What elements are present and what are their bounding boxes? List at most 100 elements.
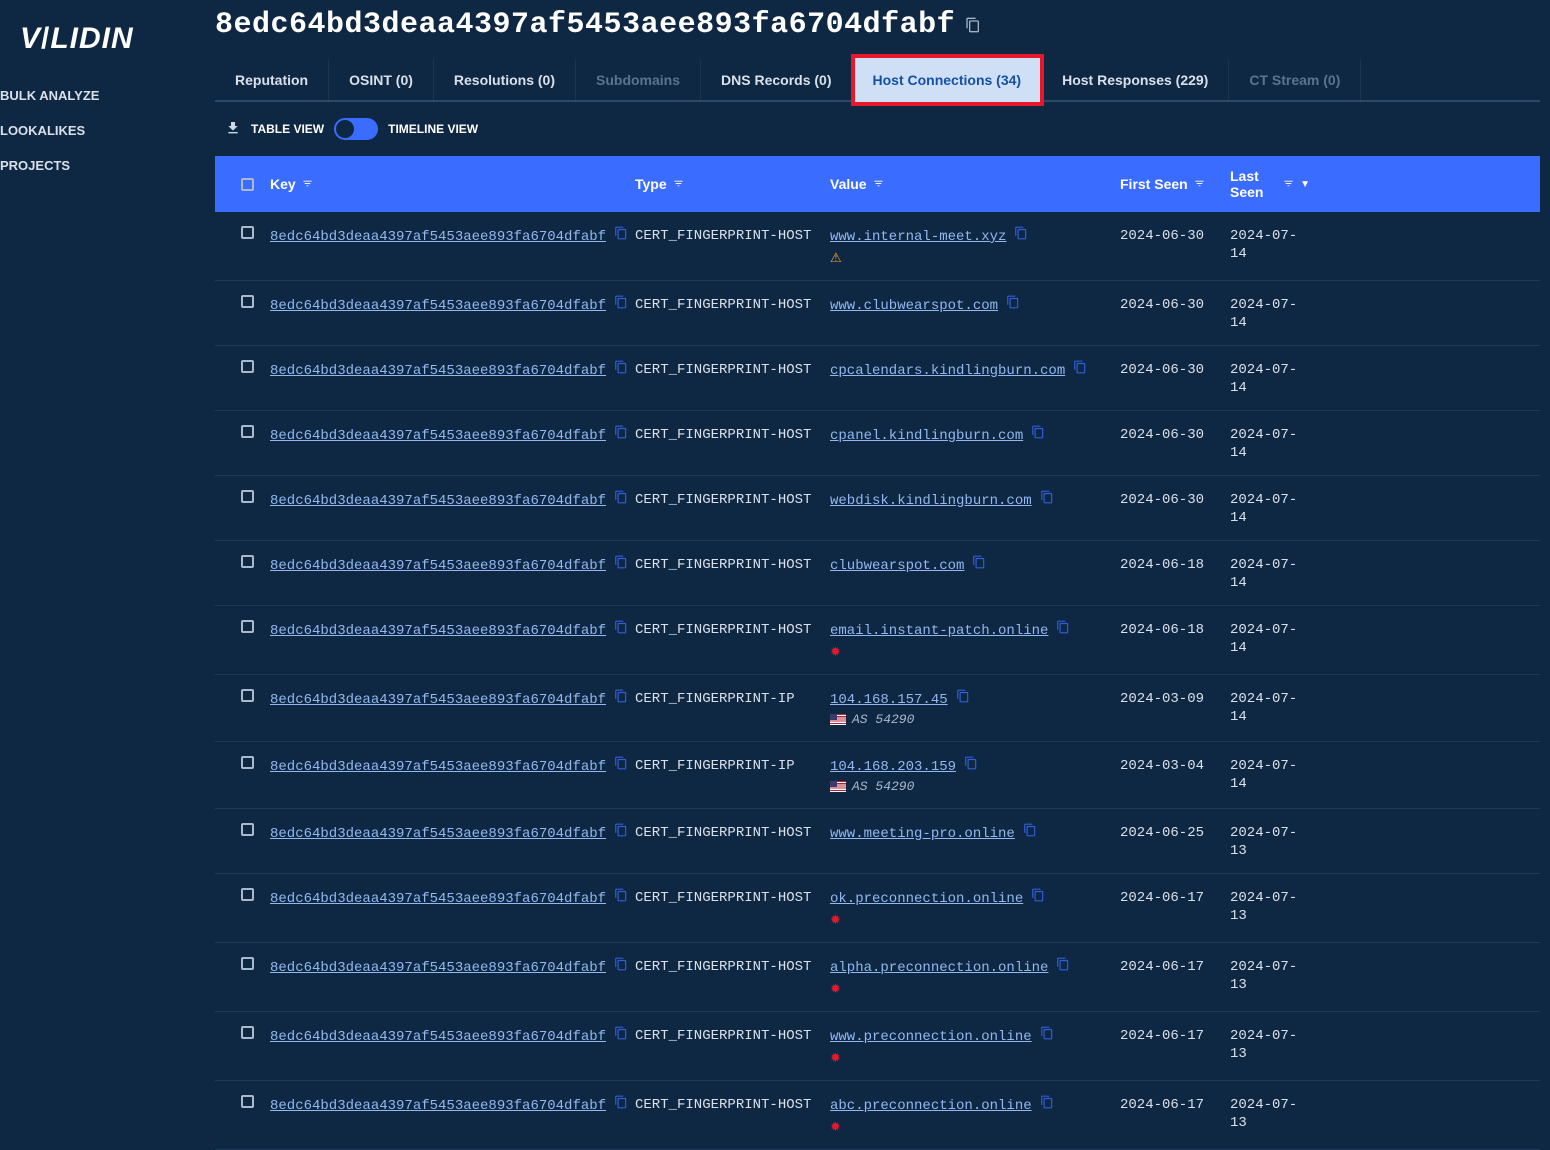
row-checkbox[interactable] <box>241 1095 254 1108</box>
tab[interactable]: DNS Records (0) <box>701 60 852 100</box>
row-checkbox[interactable] <box>241 425 254 438</box>
tab[interactable]: Reputation <box>215 60 329 100</box>
row-checkbox[interactable] <box>241 957 254 970</box>
key-link[interactable]: 8edc64bd3deaa4397af5453aee893fa6704dfabf <box>270 960 606 976</box>
sidebar-item[interactable]: LOOKALIKES <box>0 113 215 148</box>
key-link[interactable]: 8edc64bd3deaa4397af5453aee893fa6704dfabf <box>270 229 606 245</box>
table-row: 8edc64bd3deaa4397af5453aee893fa6704dfabf… <box>215 541 1540 606</box>
flag-icon <box>830 714 846 725</box>
copy-icon[interactable] <box>614 957 628 971</box>
copy-icon[interactable] <box>964 756 978 770</box>
value-link[interactable]: webdisk.kindlingburn.com <box>830 493 1032 509</box>
column-type[interactable]: Type <box>635 176 830 192</box>
row-checkbox[interactable] <box>241 226 254 239</box>
copy-icon[interactable] <box>614 888 628 902</box>
tab[interactable]: Host Connections (34) <box>853 56 1043 104</box>
copy-icon[interactable] <box>1014 226 1028 240</box>
row-checkbox[interactable] <box>241 823 254 836</box>
value-link[interactable]: clubwearspot.com <box>830 558 964 574</box>
copy-icon[interactable] <box>1040 1095 1054 1109</box>
copy-icon[interactable] <box>965 17 981 33</box>
key-link[interactable]: 8edc64bd3deaa4397af5453aee893fa6704dfabf <box>270 759 606 775</box>
tab[interactable]: Host Responses (229) <box>1042 60 1229 100</box>
copy-icon[interactable] <box>1031 425 1045 439</box>
row-checkbox[interactable] <box>241 689 254 702</box>
row-checkbox[interactable] <box>241 555 254 568</box>
value-link[interactable]: www.meeting-pro.online <box>830 826 1015 842</box>
column-key[interactable]: Key <box>270 176 635 192</box>
copy-icon[interactable] <box>1023 823 1037 837</box>
value-link[interactable]: www.clubwearspot.com <box>830 298 998 314</box>
value-link[interactable]: email.instant-patch.online <box>830 623 1048 639</box>
row-checkbox[interactable] <box>241 295 254 308</box>
copy-icon[interactable] <box>614 360 628 374</box>
copy-icon[interactable] <box>1006 295 1020 309</box>
copy-icon[interactable] <box>1040 490 1054 504</box>
key-link[interactable]: 8edc64bd3deaa4397af5453aee893fa6704dfabf <box>270 826 606 842</box>
tab[interactable]: Subdomains <box>576 60 701 100</box>
row-checkbox[interactable] <box>241 1026 254 1039</box>
copy-icon[interactable] <box>614 1026 628 1040</box>
column-value[interactable]: Value <box>830 176 1120 192</box>
tab[interactable]: Resolutions (0) <box>434 60 576 100</box>
download-icon[interactable] <box>225 120 241 139</box>
value-link[interactable]: cpcalendars.kindlingburn.com <box>830 363 1065 379</box>
copy-icon[interactable] <box>1040 1026 1054 1040</box>
copy-icon[interactable] <box>614 1095 628 1109</box>
sort-desc-icon[interactable]: ▼ <box>1300 179 1310 190</box>
row-checkbox[interactable] <box>241 620 254 633</box>
tab[interactable]: CT Stream (0) <box>1229 60 1361 100</box>
key-link[interactable]: 8edc64bd3deaa4397af5453aee893fa6704dfabf <box>270 891 606 907</box>
copy-icon[interactable] <box>956 689 970 703</box>
copy-icon[interactable] <box>614 689 628 703</box>
copy-icon[interactable] <box>614 295 628 309</box>
copy-icon[interactable] <box>614 756 628 770</box>
view-toggle-switch[interactable] <box>334 118 378 140</box>
filter-icon[interactable] <box>1283 176 1294 192</box>
column-last-seen[interactable]: Last Seen ▼ <box>1230 168 1310 200</box>
last-seen: 2024-07-14 <box>1230 297 1297 331</box>
row-checkbox[interactable] <box>241 360 254 373</box>
copy-icon[interactable] <box>614 490 628 504</box>
filter-icon[interactable] <box>1194 176 1205 192</box>
filter-icon[interactable] <box>673 176 684 192</box>
copy-icon[interactable] <box>614 555 628 569</box>
copy-icon[interactable] <box>972 555 986 569</box>
sidebar-item[interactable]: PROJECTS <box>0 148 215 183</box>
copy-icon[interactable] <box>614 823 628 837</box>
select-all-checkbox[interactable] <box>241 178 254 191</box>
row-checkbox[interactable] <box>241 490 254 503</box>
value-link[interactable]: www.preconnection.online <box>830 1029 1032 1045</box>
value-link[interactable]: cpanel.kindlingburn.com <box>830 428 1023 444</box>
copy-icon[interactable] <box>614 425 628 439</box>
copy-icon[interactable] <box>614 226 628 240</box>
key-link[interactable]: 8edc64bd3deaa4397af5453aee893fa6704dfabf <box>270 692 606 708</box>
key-link[interactable]: 8edc64bd3deaa4397af5453aee893fa6704dfabf <box>270 623 606 639</box>
copy-icon[interactable] <box>1031 888 1045 902</box>
sidebar-item[interactable]: BULK ANALYZE <box>0 78 215 113</box>
tab[interactable]: OSINT (0) <box>329 60 434 100</box>
copy-icon[interactable] <box>1056 957 1070 971</box>
filter-icon[interactable] <box>873 176 884 192</box>
key-link[interactable]: 8edc64bd3deaa4397af5453aee893fa6704dfabf <box>270 298 606 314</box>
flag-icon <box>830 781 846 792</box>
row-checkbox[interactable] <box>241 756 254 769</box>
value-link[interactable]: abc.preconnection.online <box>830 1098 1032 1114</box>
copy-icon[interactable] <box>614 620 628 634</box>
row-checkbox[interactable] <box>241 888 254 901</box>
copy-icon[interactable] <box>1056 620 1070 634</box>
key-link[interactable]: 8edc64bd3deaa4397af5453aee893fa6704dfabf <box>270 558 606 574</box>
filter-icon[interactable] <box>302 176 313 192</box>
value-link[interactable]: 104.168.157.45 <box>830 692 948 708</box>
key-link[interactable]: 8edc64bd3deaa4397af5453aee893fa6704dfabf <box>270 363 606 379</box>
value-link[interactable]: ok.preconnection.online <box>830 891 1023 907</box>
value-link[interactable]: 104.168.203.159 <box>830 759 956 775</box>
column-first-seen[interactable]: First Seen <box>1120 176 1230 192</box>
key-link[interactable]: 8edc64bd3deaa4397af5453aee893fa6704dfabf <box>270 1029 606 1045</box>
key-link[interactable]: 8edc64bd3deaa4397af5453aee893fa6704dfabf <box>270 1098 606 1114</box>
copy-icon[interactable] <box>1073 360 1087 374</box>
key-link[interactable]: 8edc64bd3deaa4397af5453aee893fa6704dfabf <box>270 428 606 444</box>
value-link[interactable]: www.internal-meet.xyz <box>830 229 1006 245</box>
key-link[interactable]: 8edc64bd3deaa4397af5453aee893fa6704dfabf <box>270 493 606 509</box>
value-link[interactable]: alpha.preconnection.online <box>830 960 1048 976</box>
